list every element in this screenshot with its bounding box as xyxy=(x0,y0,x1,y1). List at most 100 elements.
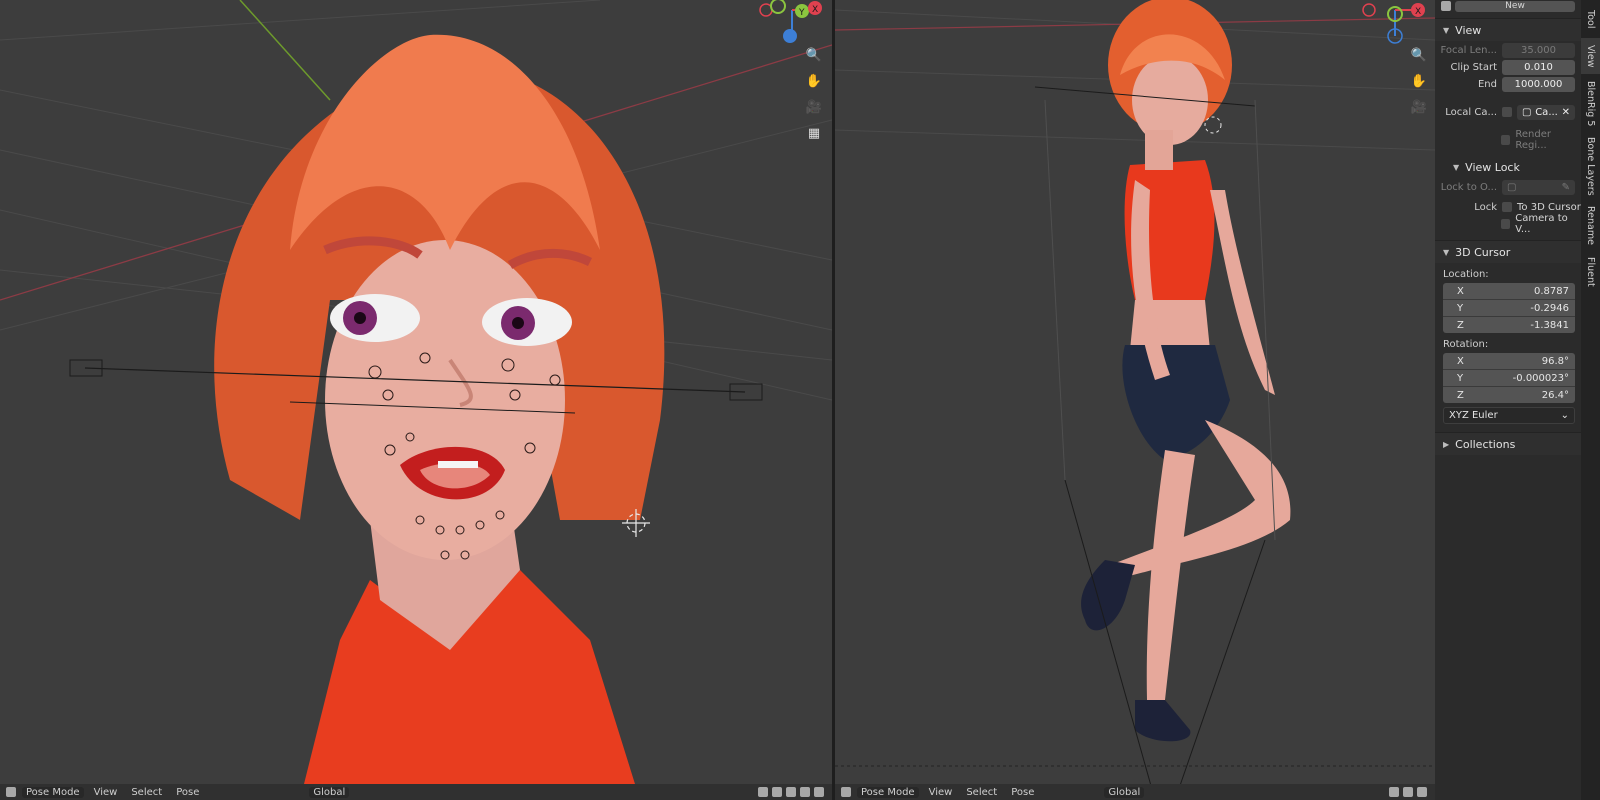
tab-tool[interactable]: Tool xyxy=(1581,4,1600,34)
local-camera-field[interactable]: ▢ Ca... ✕ xyxy=(1517,104,1575,120)
rotation-y-field[interactable]: Y -0.000023° xyxy=(1443,370,1575,387)
navigation-tools: 🔍 ✋ 🎥 ▦ xyxy=(804,45,824,143)
character-full-body-render xyxy=(835,0,1435,800)
svg-text:X: X xyxy=(1415,7,1421,17)
mode-dropdown[interactable]: Pose Mode xyxy=(857,786,919,798)
rotation-z-value: 26.4° xyxy=(1541,389,1569,401)
left-3d-viewport[interactable]: Y X 🔍 ✋ 🎥 ▦ Pose Mode View Select Pose G… xyxy=(0,0,832,800)
camera-to-view-toggle[interactable]: Camera to V... xyxy=(1501,213,1581,235)
rotation-label: Rotation: xyxy=(1443,339,1489,350)
rotation-x-field[interactable]: X 96.8° xyxy=(1443,353,1575,370)
location-fields: X 0.8787 Y -0.2946 Z -1.3841 xyxy=(1443,283,1575,333)
camera-to-view-label: Camera to V... xyxy=(1515,213,1568,235)
view-lock-subpanel-header[interactable]: ▼ View Lock xyxy=(1435,156,1581,178)
collapse-arrow-icon: ▼ xyxy=(1453,162,1460,172)
menu-pose[interactable]: Pose xyxy=(1007,787,1038,798)
transform-orientation-dropdown[interactable]: Global xyxy=(309,786,350,798)
shading-material-icon[interactable] xyxy=(800,787,810,797)
local-camera-label: Local Ca... xyxy=(1445,106,1497,118)
tab-rename[interactable]: Rename xyxy=(1581,202,1600,248)
location-y-field[interactable]: Y -0.2946 xyxy=(1443,300,1575,317)
focal-length-row: Focal Len... 35.000 xyxy=(1435,42,1581,58)
transform-orientation-dropdown[interactable]: Global xyxy=(1104,786,1145,798)
navigation-tools-right: 🔍 ✋ 🎥 xyxy=(1409,45,1429,117)
lock-to-object-field[interactable]: ▢ ✎ xyxy=(1502,179,1575,195)
axis-label: Y xyxy=(1457,302,1464,314)
location-x-field[interactable]: X 0.8787 xyxy=(1443,283,1575,300)
to-3d-cursor-checkbox[interactable] xyxy=(1502,202,1512,212)
menu-view[interactable]: View xyxy=(90,787,122,798)
render-region-row[interactable]: Render Regi... xyxy=(1501,129,1581,151)
editor-type-icon[interactable] xyxy=(6,787,16,797)
eyedropper-icon[interactable]: ✎ xyxy=(1562,182,1570,193)
xray-icon[interactable] xyxy=(1403,787,1413,797)
navigation-gizmo-right[interactable]: X xyxy=(1355,0,1435,48)
clip-end-field[interactable]: 1000.000 xyxy=(1502,76,1575,92)
clip-start-field[interactable]: 0.010 xyxy=(1502,59,1575,75)
right-3d-viewport[interactable]: X 🔍 ✋ 🎥 Pose Mode View Select Pose Globa… xyxy=(835,0,1435,800)
collapse-arrow-icon: ▼ xyxy=(1443,247,1450,257)
pan-hand-icon[interactable]: ✋ xyxy=(804,71,824,91)
local-camera-checkbox[interactable] xyxy=(1502,107,1512,117)
menu-select[interactable]: Select xyxy=(127,787,166,798)
location-z-field[interactable]: Z -1.3841 xyxy=(1443,317,1575,333)
overlay-icon[interactable] xyxy=(758,787,768,797)
rotation-mode-dropdown[interactable]: XYZ Euler ⌄ xyxy=(1443,407,1575,424)
navigation-gizmo[interactable]: Y X xyxy=(752,0,832,48)
xray-icon[interactable] xyxy=(772,787,782,797)
snap-icon[interactable] xyxy=(1441,1,1451,11)
3d-cursor-panel-header[interactable]: ▼ 3D Cursor xyxy=(1435,240,1581,263)
lock-to-object-row: Lock to O... ▢ ✎ xyxy=(1435,179,1581,195)
shading-solid-icon[interactable] xyxy=(786,787,796,797)
tab-blenrig[interactable]: BlenRig 5 xyxy=(1581,78,1600,130)
location-label: Location: xyxy=(1443,269,1489,280)
focal-length-field[interactable]: 35.000 xyxy=(1502,42,1575,58)
view-panel-header[interactable]: ▼ View xyxy=(1435,18,1581,41)
rotation-x-value: 96.8° xyxy=(1541,355,1569,367)
shading-solid-icon[interactable] xyxy=(1417,787,1427,797)
render-region-checkbox[interactable] xyxy=(1501,135,1511,145)
focal-length-label: Focal Len... xyxy=(1440,44,1497,56)
shading-rendered-icon[interactable] xyxy=(814,787,824,797)
camera-view-icon[interactable]: 🎥 xyxy=(804,97,824,117)
rotation-y-value: -0.000023° xyxy=(1512,372,1569,384)
sidebar-tab-bar: Tool View BlenRig 5 Bone Layers Rename F… xyxy=(1581,0,1600,800)
ortho-grid-icon[interactable]: ▦ xyxy=(804,123,824,143)
top-toolbar: New xyxy=(1435,0,1581,12)
rotation-z-field[interactable]: Z 26.4° xyxy=(1443,387,1575,403)
chevron-down-icon: ⌄ xyxy=(1560,410,1569,421)
location-x-value: 0.8787 xyxy=(1534,285,1569,297)
tab-view[interactable]: View xyxy=(1581,38,1600,74)
collections-panel-header[interactable]: ▶ Collections xyxy=(1435,432,1581,455)
clear-icon[interactable]: ✕ xyxy=(1562,107,1570,118)
svg-text:Y: Y xyxy=(798,8,805,18)
location-z-value: -1.3841 xyxy=(1530,319,1569,331)
rotation-mode-value: XYZ Euler xyxy=(1449,410,1498,421)
object-icon: ▢ xyxy=(1507,181,1517,193)
menu-select[interactable]: Select xyxy=(962,787,1001,798)
camera-to-view-checkbox[interactable] xyxy=(1501,219,1511,229)
editor-type-icon[interactable] xyxy=(841,787,851,797)
new-button[interactable]: New xyxy=(1455,0,1575,12)
collapse-arrow-icon: ▼ xyxy=(1443,25,1450,35)
overlay-icon[interactable] xyxy=(1389,787,1399,797)
menu-pose[interactable]: Pose xyxy=(172,787,203,798)
clip-end-label: End xyxy=(1477,78,1497,90)
collections-title: Collections xyxy=(1455,437,1516,451)
rotation-fields: X 96.8° Y -0.000023° Z 26.4° xyxy=(1443,353,1575,403)
tab-fluent[interactable]: Fluent xyxy=(1581,252,1600,292)
zoom-icon[interactable]: 🔍 xyxy=(804,45,824,65)
mode-dropdown[interactable]: Pose Mode xyxy=(22,786,84,798)
menu-view[interactable]: View xyxy=(925,787,957,798)
to-3d-cursor-label: To 3D Cursor xyxy=(1517,201,1581,213)
camera-view-icon[interactable]: 🎥 xyxy=(1409,97,1429,117)
tab-bone-layers[interactable]: Bone Layers xyxy=(1581,134,1600,198)
axis-label: X xyxy=(1457,285,1464,297)
render-region-label: Render Regi... xyxy=(1515,129,1551,151)
character-closeup-render xyxy=(0,0,832,800)
local-camera-value: Ca... xyxy=(1535,106,1558,118)
pan-hand-icon[interactable]: ✋ xyxy=(1409,71,1429,91)
zoom-icon[interactable]: 🔍 xyxy=(1409,45,1429,65)
axis-label: X xyxy=(1457,355,1464,367)
expand-arrow-icon: ▶ xyxy=(1443,439,1450,449)
